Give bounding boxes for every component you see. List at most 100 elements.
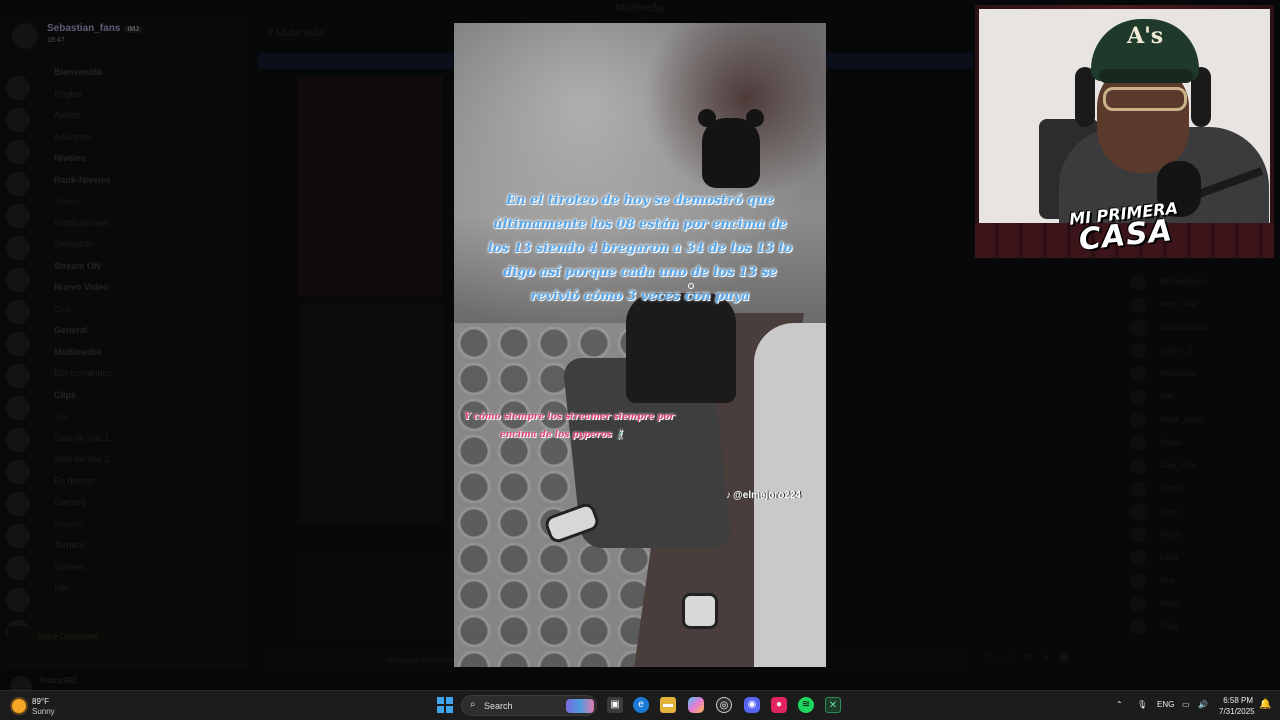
channel-item[interactable]: Nuevo Video [40, 277, 240, 299]
chat-toolbar-icons: ▭▭▭●▦ [985, 652, 1079, 663]
member-item[interactable]: Dark_Rine [1120, 454, 1280, 477]
channel-item[interactable]: Bot-comandos [40, 363, 240, 385]
channel-item[interactable]: Gaming [40, 492, 240, 514]
member-item[interactable]: Kira [1120, 569, 1280, 592]
server-icon[interactable] [6, 428, 30, 452]
channel-item[interactable]: Multimedia [40, 342, 240, 364]
network-icon[interactable]: ▭ [1182, 700, 1190, 709]
microphone-tray-icon[interactable]: 🎙 [1137, 700, 1147, 709]
member-item[interactable]: Nuvia [1120, 431, 1280, 454]
gif-icon[interactable]: ▭ [1004, 652, 1023, 663]
voice-status-text: Voice Connected [38, 632, 99, 641]
notification-bell-icon[interactable]: 🔔 [1259, 699, 1271, 710]
server-icon[interactable] [6, 588, 30, 612]
tray-chevron-up-icon[interactable]: ⌃ [1116, 700, 1123, 709]
volume-icon[interactable]: 🔊 [1198, 700, 1208, 709]
server-icon[interactable] [6, 556, 30, 580]
server-icon[interactable] [6, 108, 30, 132]
member-item[interactable]: Sebas [1120, 477, 1280, 500]
server-icon[interactable] [6, 236, 30, 260]
member-item[interactable]: Luna [1120, 546, 1280, 569]
member-item[interactable]: Admin_2 [1120, 339, 1280, 362]
member-item[interactable]: Niki [1120, 385, 1280, 408]
windows-start-icon[interactable] [437, 697, 453, 713]
sticker-icon[interactable]: ▭ [1024, 652, 1043, 663]
server-icon[interactable] [6, 76, 30, 100]
edge-icon[interactable]: e [633, 697, 649, 713]
channel-item[interactable]: En directo [40, 471, 240, 493]
server-name[interactable]: Sebastian_fans IMJ [47, 23, 143, 34]
message-input-placeholder: Message #Multimedia [386, 656, 464, 665]
taskbar-clock[interactable]: 6:58 PM 7/31/2025 [1219, 695, 1255, 717]
server-list [0, 68, 36, 688]
channel-item[interactable]: Rank-Niveles [40, 170, 240, 192]
tiktok-handle: @elmejoro224 [733, 490, 802, 501]
channel-item[interactable]: Sala de Voz 2 [40, 449, 240, 471]
language-indicator[interactable]: ENG [1157, 700, 1174, 709]
channel-item[interactable]: Stream ON [40, 256, 240, 278]
member-item[interactable]: Moderadores [1120, 270, 1280, 293]
member-item[interactable]: Pollo [1120, 615, 1280, 638]
chat-image[interactable] [298, 303, 443, 523]
server-avatar[interactable] [12, 23, 38, 49]
member-item[interactable]: Administrador [1120, 316, 1280, 339]
taskbar-search[interactable]: ⌕ Search [461, 695, 597, 716]
spotify-icon[interactable]: ≋ [798, 697, 814, 713]
mouse-cursor-icon [688, 283, 694, 289]
apps-icon[interactable]: ▦ [1059, 652, 1078, 663]
server-icon[interactable] [6, 364, 30, 388]
server-icon[interactable] [6, 140, 30, 164]
server-icon[interactable] [6, 204, 30, 228]
channel-item[interactable]: Info [40, 578, 240, 600]
video-player[interactable]: En el tiroteo de hoy se demostró que últ… [454, 23, 826, 667]
file-explorer-icon[interactable]: ▬ [660, 697, 676, 713]
server-icon[interactable] [6, 332, 30, 356]
member-item[interactable]: Nexo [1120, 592, 1280, 615]
server-icon[interactable] [6, 300, 30, 324]
gift-icon[interactable]: ▭ [985, 652, 1004, 663]
channel-item[interactable]: Bienvenida [40, 62, 240, 84]
channel-item[interactable]: Sorteos [40, 557, 240, 579]
server-icon[interactable] [6, 172, 30, 196]
chrome-icon[interactable]: ◎ [716, 697, 732, 713]
server-icon[interactable] [6, 492, 30, 516]
channel-item[interactable]: Sebastian [40, 234, 240, 256]
server-icon[interactable] [6, 268, 30, 292]
channel-item[interactable]: Clips [40, 385, 240, 407]
server-icon[interactable] [6, 460, 30, 484]
video-caption-sub-line2: encima de los pyperos 🚶🏻‍♂️ [500, 430, 627, 440]
copilot-icon[interactable] [688, 697, 704, 713]
obs-record-icon[interactable]: ● [771, 697, 787, 713]
video-caption-main: En el tiroteo de hoy se demostró que últ… [487, 193, 793, 304]
member-item[interactable]: Flame [1120, 523, 1280, 546]
channel-category[interactable]: Stream [40, 191, 240, 213]
channel-category[interactable]: Eventos [40, 514, 240, 536]
chat-image[interactable] [298, 76, 443, 296]
channel-item[interactable]: Avisos [40, 105, 240, 127]
member-item[interactable]: Mod_User [1120, 293, 1280, 316]
discord-icon[interactable]: ◉ [744, 697, 760, 713]
member-item[interactable]: Black_water [1120, 408, 1280, 431]
server-icon[interactable] [6, 524, 30, 548]
channel-item[interactable]: Niveles [40, 148, 240, 170]
channel-header: # Multimedia [268, 28, 325, 39]
channel-item[interactable]: Torneos [40, 535, 240, 557]
terminal-icon[interactable]: ✕ [825, 697, 841, 713]
character-shoe [682, 593, 718, 629]
task-view-icon[interactable]: ▣ [607, 697, 623, 713]
server-badge: IMJ [124, 26, 143, 33]
chat-image[interactable] [298, 558, 458, 638]
channel-category[interactable]: Voz [40, 406, 240, 428]
member-item[interactable]: Miembros [1120, 362, 1280, 385]
channel-category[interactable]: Chat [40, 299, 240, 321]
emoji-icon[interactable]: ● [1043, 652, 1059, 663]
channel-item[interactable]: Notificaciones [40, 213, 240, 235]
server-icon[interactable] [6, 396, 30, 420]
webcam-cap-brim [1099, 69, 1193, 83]
channel-item[interactable]: Sala de Voz 1 [40, 428, 240, 450]
channel-item[interactable]: Anuncios [40, 127, 240, 149]
channel-item[interactable]: General [40, 320, 240, 342]
member-item[interactable]: Hugo [1120, 500, 1280, 523]
character-head [702, 118, 760, 188]
channel-item[interactable]: Reglas [40, 84, 240, 106]
